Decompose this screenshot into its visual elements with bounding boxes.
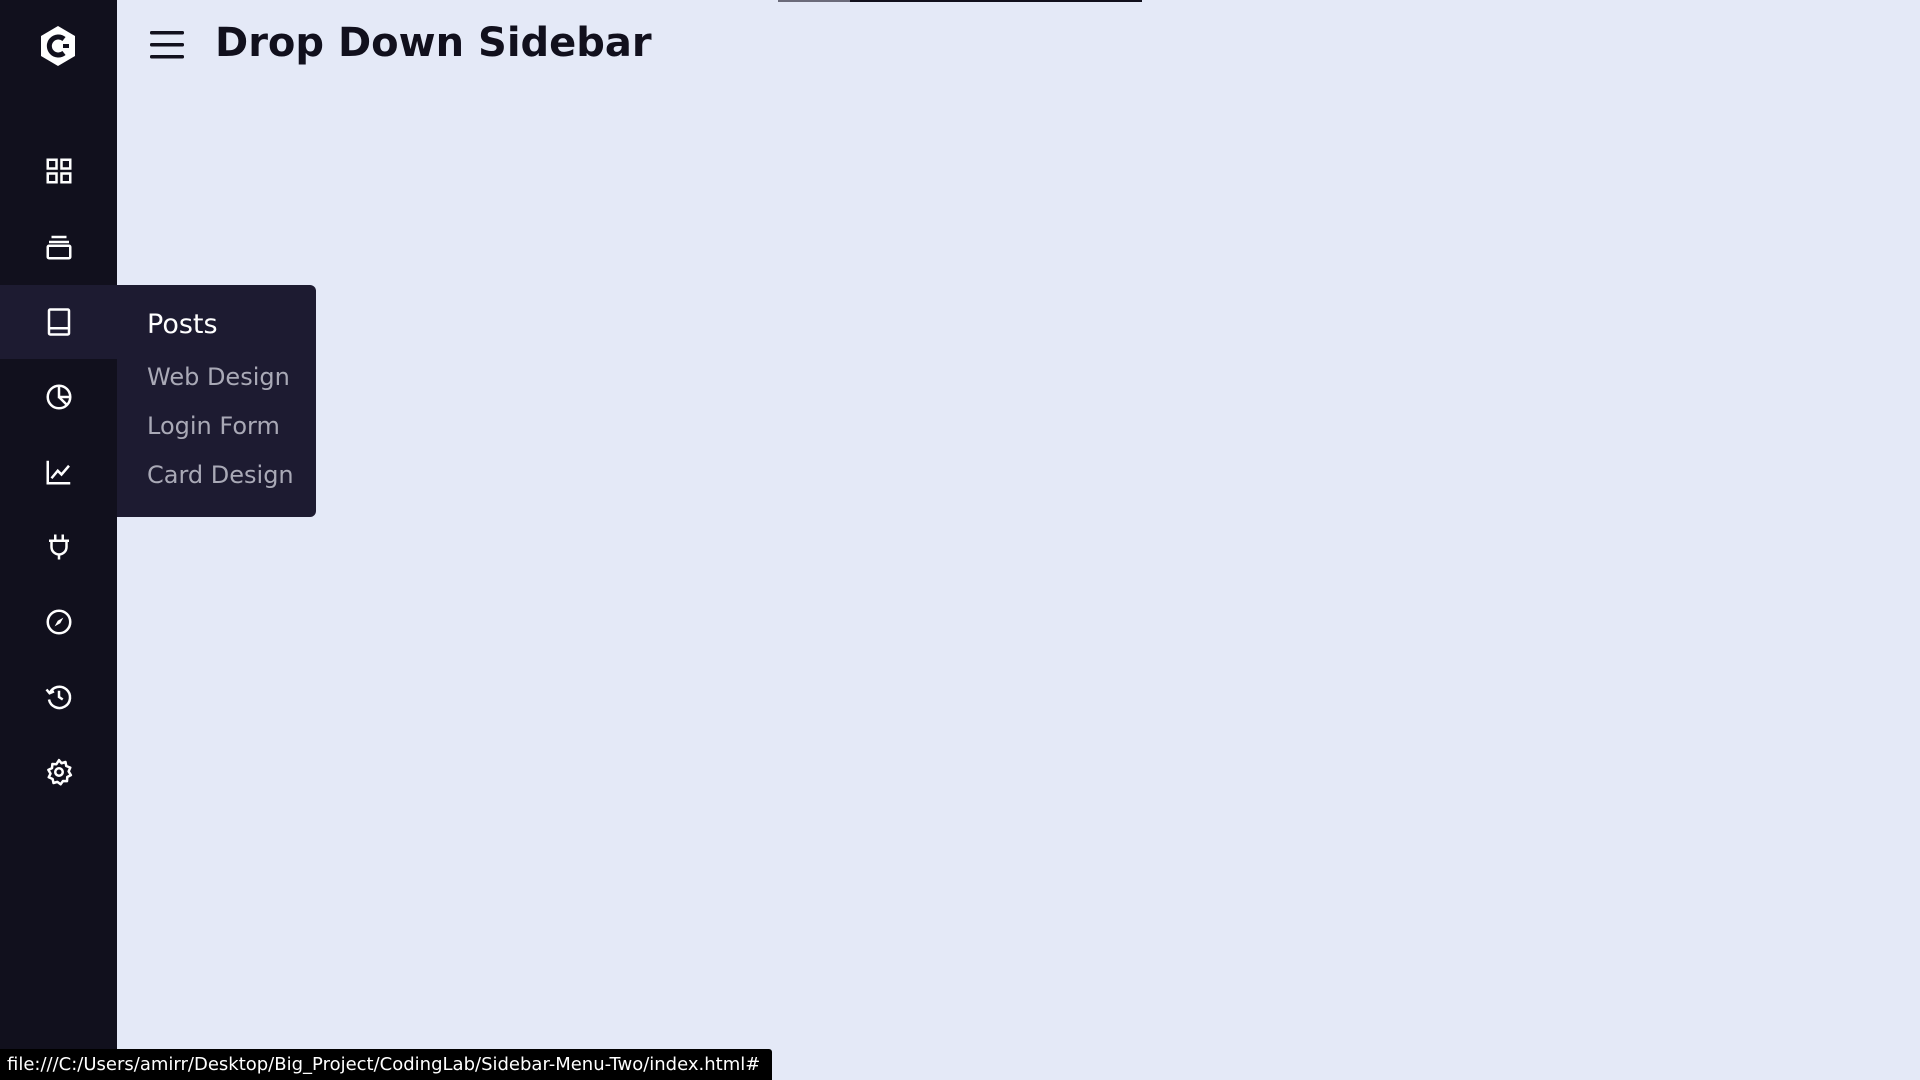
sidebar-item-category[interactable] <box>0 210 117 284</box>
page-load-indicator-segment <box>778 0 850 2</box>
pie-chart-icon <box>46 384 71 410</box>
browser-status-url: file:///C:/Users/amirr/Desktop/Big_Proje… <box>0 1049 773 1080</box>
sidebar-item-explore[interactable] <box>0 585 117 659</box>
sidebar-item-settings[interactable] <box>0 735 117 809</box>
flyout-link-web-design[interactable]: Web Design <box>147 363 290 391</box>
sidebar-item-posts[interactable] <box>0 285 117 359</box>
collection-icon <box>46 235 71 260</box>
flyout-link-login-form[interactable]: Login Form <box>147 412 280 440</box>
flyout-link-card-design[interactable]: Card Design <box>147 461 294 489</box>
grid-icon <box>46 158 71 184</box>
sidebar-item-analytics[interactable] <box>0 360 117 434</box>
book-icon <box>47 308 70 336</box>
history-icon <box>45 685 71 710</box>
line-chart-icon <box>46 460 70 485</box>
sidebar-item-history[interactable] <box>0 660 117 734</box>
compass-icon <box>46 609 71 635</box>
plug-icon <box>48 534 69 560</box>
page-load-indicator <box>778 0 1142 2</box>
page-title: Drop Down Sidebar <box>215 20 652 66</box>
c-hexagon-logo-icon[interactable] <box>36 24 80 68</box>
sidebar-item-dashboard[interactable] <box>0 134 117 208</box>
gear-icon <box>46 758 72 786</box>
sidebar <box>0 0 117 1080</box>
hamburger-menu-icon[interactable] <box>148 28 186 62</box>
flyout-title[interactable]: Posts <box>147 309 218 340</box>
sidebar-item-plugins[interactable] <box>0 510 117 584</box>
posts-flyout-menu: Posts Web Design Login Form Card Design <box>117 285 316 517</box>
sidebar-item-chart[interactable] <box>0 435 117 509</box>
